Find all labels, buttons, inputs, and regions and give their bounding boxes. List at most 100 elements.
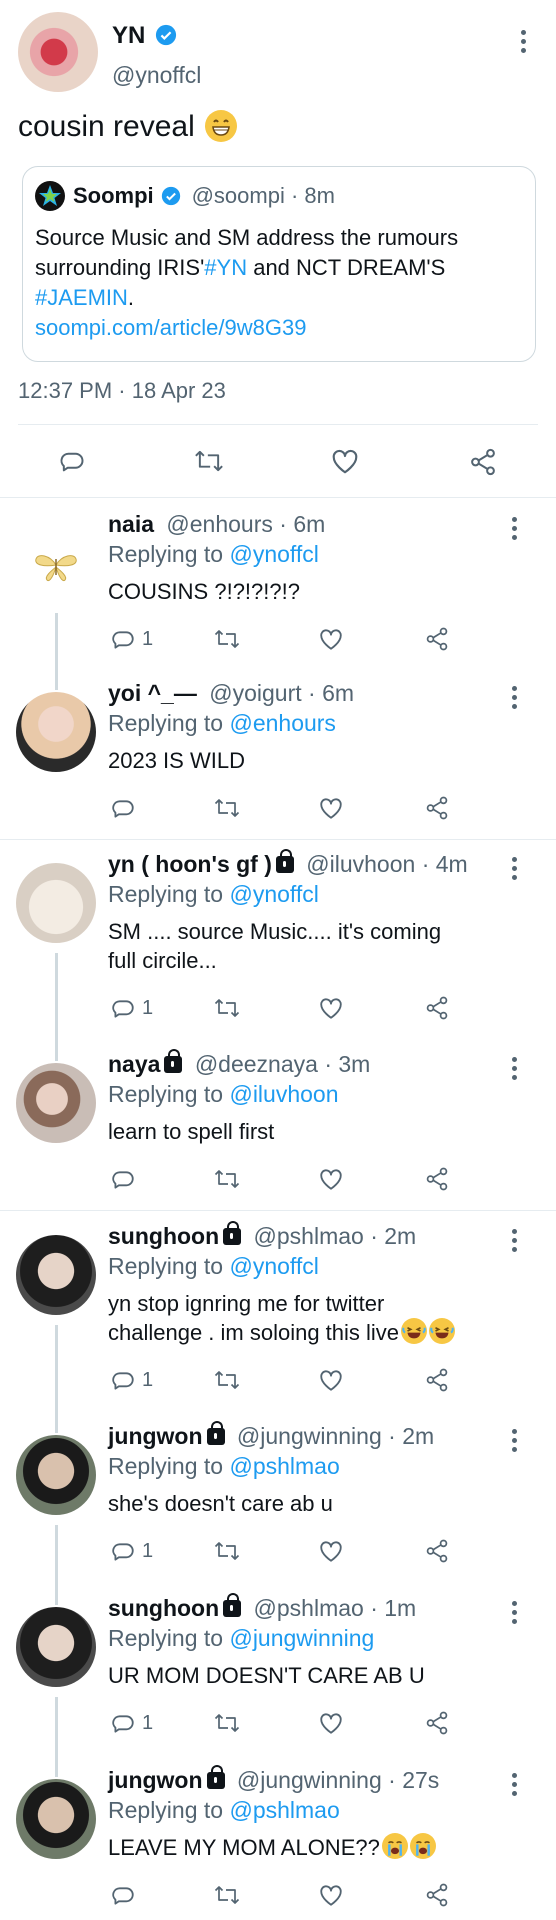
share-icon[interactable]: [424, 626, 450, 652]
hashtag-link[interactable]: #JAEMIN: [35, 285, 128, 310]
tweet-body: yn stop ignring me for twitter challenge …: [108, 1289, 456, 1347]
replying-label: Replying to: [108, 1797, 230, 1823]
author-name[interactable]: sunghoon: [108, 1595, 219, 1621]
avatar[interactable]: [16, 1607, 96, 1687]
reply-icon[interactable]: [110, 1367, 136, 1393]
tweet-body: learn to spell first: [108, 1117, 274, 1146]
author-name[interactable]: naya: [108, 1051, 160, 1077]
reply-icon[interactable]: [110, 626, 136, 652]
laughing-emoji: [429, 1318, 456, 1344]
avatar[interactable]: [18, 12, 98, 92]
replying-to-link[interactable]: @pshlmao: [229, 1453, 339, 1479]
avatar[interactable]: [16, 863, 96, 943]
like-icon[interactable]: [318, 796, 344, 820]
tweet-body: 2023 IS WILD: [108, 746, 245, 775]
replying-label: Replying to: [108, 1081, 230, 1107]
reply-count: 1: [142, 628, 154, 650]
period: .: [127, 285, 135, 310]
reply-icon[interactable]: [110, 1166, 136, 1192]
more-icon[interactable]: [512, 857, 518, 884]
lock-icon: [223, 1593, 242, 1617]
reply-icon[interactable]: [110, 995, 136, 1021]
retweet-icon[interactable]: [213, 627, 241, 651]
article-link[interactable]: soompi.com/article/9w8G39: [35, 313, 458, 343]
reply-icon[interactable]: [110, 1710, 136, 1736]
share-icon[interactable]: [424, 1166, 450, 1192]
replying-label: Replying to: [108, 541, 230, 567]
avatar[interactable]: [16, 692, 96, 772]
replying-to: Replying to @jungwinning: [108, 1625, 374, 1652]
author-name[interactable]: YN: [112, 22, 145, 49]
avatar[interactable]: [16, 1779, 96, 1859]
author-name[interactable]: sunghoon: [108, 1223, 219, 1249]
retweet-icon[interactable]: [213, 1368, 241, 1392]
more-icon[interactable]: [512, 517, 518, 544]
avatar[interactable]: [16, 1235, 96, 1315]
quote-author-name[interactable]: Soompi: [73, 183, 154, 208]
avatar[interactable]: [16, 1435, 96, 1515]
reply-icon[interactable]: [58, 447, 86, 475]
share-icon[interactable]: [424, 795, 450, 821]
butterfly-icon: [35, 555, 77, 582]
like-icon[interactable]: [330, 447, 360, 475]
replying-to-link[interactable]: @pshlmao: [229, 1797, 339, 1823]
share-icon[interactable]: [424, 1367, 450, 1393]
author-handle: @pshlmao · 2m: [253, 1223, 417, 1249]
author-handle[interactable]: @ynoffcl: [112, 62, 201, 89]
replying-to-link[interactable]: @ynoffcl: [229, 881, 318, 907]
more-icon[interactable]: [521, 30, 527, 57]
share-icon[interactable]: [424, 1538, 450, 1564]
more-icon[interactable]: [512, 1601, 518, 1628]
replying-to: Replying to @pshlmao: [108, 1453, 340, 1480]
lock-icon: [223, 1221, 242, 1245]
share-icon[interactable]: [424, 1882, 450, 1908]
retweet-icon[interactable]: [213, 996, 241, 1020]
more-icon[interactable]: [512, 1057, 518, 1084]
reply-icon[interactable]: [110, 795, 136, 821]
hashtag-link[interactable]: #YN: [204, 255, 247, 280]
author-name[interactable]: yoi ^_—: [108, 680, 197, 706]
replying-to-link[interactable]: @enhours: [229, 710, 335, 736]
like-icon[interactable]: [318, 1883, 344, 1907]
replying-to-link[interactable]: @iluvhoon: [229, 1081, 338, 1107]
like-icon[interactable]: [318, 1167, 344, 1191]
author-name[interactable]: yn ( hoon's gf ): [108, 851, 272, 877]
more-icon[interactable]: [512, 1229, 518, 1256]
author-name[interactable]: jungwon: [108, 1767, 203, 1793]
retweet-icon[interactable]: [213, 796, 241, 820]
retweet-icon[interactable]: [213, 1167, 241, 1191]
like-icon[interactable]: [318, 1539, 344, 1563]
share-icon[interactable]: [424, 1710, 450, 1736]
like-icon[interactable]: [318, 1368, 344, 1392]
quote-tweet-card[interactable]: Soompi @soompi · 8m Source Music and SM …: [22, 166, 536, 362]
avatar[interactable]: [16, 1063, 96, 1143]
replying-to-link[interactable]: @ynoffcl: [229, 1253, 318, 1279]
more-icon[interactable]: [512, 1429, 518, 1456]
divider: [0, 839, 556, 840]
share-icon[interactable]: [424, 995, 450, 1021]
like-icon[interactable]: [318, 627, 344, 651]
more-icon[interactable]: [512, 1773, 518, 1800]
retweet-icon[interactable]: [193, 447, 225, 475]
like-icon[interactable]: [318, 996, 344, 1020]
replying-label: Replying to: [108, 1625, 230, 1651]
author-handle: @jungwinning · 2m: [236, 1423, 435, 1449]
replying-to-link[interactable]: @jungwinning: [229, 1625, 374, 1651]
more-icon[interactable]: [512, 686, 518, 713]
retweet-icon[interactable]: [213, 1539, 241, 1563]
avatar[interactable]: [16, 523, 96, 603]
tweet-text: challenge . im soloing this live: [108, 1320, 400, 1345]
reply-count: 1: [142, 1712, 154, 1734]
author-name[interactable]: jungwon: [108, 1423, 203, 1449]
reply-icon[interactable]: [110, 1538, 136, 1564]
like-icon[interactable]: [318, 1711, 344, 1735]
thread-line: [55, 953, 58, 1061]
share-icon[interactable]: [468, 447, 498, 477]
author-name[interactable]: naia: [108, 511, 154, 537]
retweet-icon[interactable]: [213, 1711, 241, 1735]
reply-icon[interactable]: [110, 1882, 136, 1908]
replying-to-link[interactable]: @ynoffcl: [229, 541, 318, 567]
replying-to: Replying to @pshlmao: [108, 1797, 340, 1824]
retweet-icon[interactable]: [213, 1883, 241, 1907]
author-handle: @enhours · 6m: [166, 511, 326, 537]
